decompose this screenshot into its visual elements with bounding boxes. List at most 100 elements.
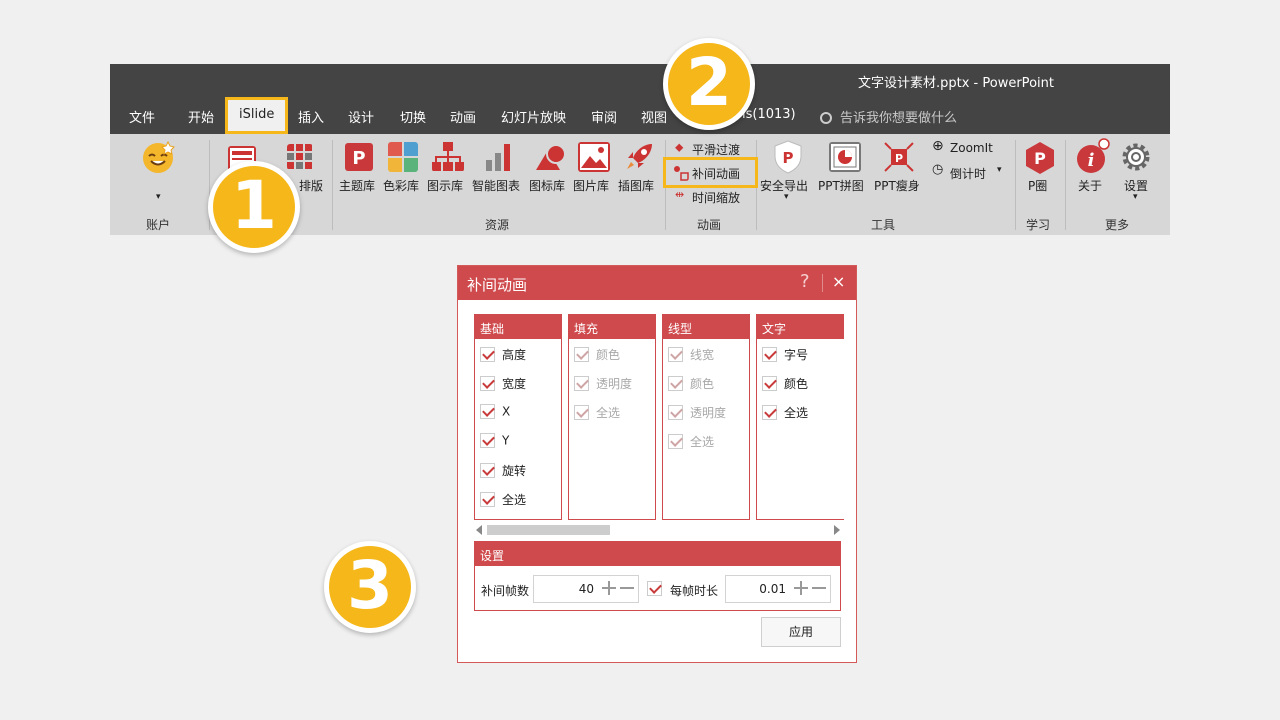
ppt-collage-icon[interactable] [829, 142, 861, 172]
per-frame-duration-stepper[interactable]: 0.01 [725, 575, 831, 603]
time-scale-button[interactable]: 时间缩放 [692, 189, 740, 206]
theme-library-button[interactable]: 主题库 [339, 177, 375, 194]
checkbox-label: 颜色 [784, 377, 809, 391]
tab-animations[interactable]: 动画 [450, 107, 476, 126]
svg-text:P: P [895, 152, 903, 165]
settings-gear-icon[interactable] [1120, 141, 1152, 173]
chevron-down-icon[interactable]: ▾ [997, 165, 1002, 175]
decrement-minus-icon[interactable] [812, 587, 826, 589]
tab-home[interactable]: 开始 [188, 107, 214, 126]
checkbox-icon[interactable] [762, 347, 777, 362]
secure-export-shield-icon[interactable]: P [773, 140, 803, 174]
increment-plus-icon[interactable] [602, 581, 616, 595]
tab-insert[interactable]: 插入 [298, 107, 324, 126]
icon-library-button[interactable]: 图标库 [529, 177, 565, 194]
tab-slideshow[interactable]: 幻灯片放映 [501, 107, 566, 126]
apply-button[interactable]: 应用 [761, 617, 841, 647]
picture-library-button[interactable]: 图片库 [573, 177, 609, 194]
zoomit-button[interactable]: ZoomIt [950, 141, 993, 155]
checkbox-icon[interactable] [480, 347, 495, 362]
checkbox-icon[interactable] [480, 404, 495, 419]
about-button[interactable]: 关于 [1078, 177, 1102, 194]
checkbox-label: 宽度 [502, 377, 527, 391]
divider [822, 274, 823, 292]
decrement-minus-icon[interactable] [620, 587, 634, 589]
smart-chart-button[interactable]: 智能图表 [472, 177, 520, 194]
checkbox-icon[interactable] [480, 433, 495, 448]
chevron-down-icon[interactable]: ▾ [1133, 192, 1138, 202]
chevron-down-icon[interactable]: ▾ [784, 192, 789, 202]
checkbox-icon[interactable] [762, 376, 777, 391]
dialog-title: 补间动画 [467, 276, 528, 294]
checkbox-label: 透明度 [690, 406, 727, 420]
ppt-slim-icon[interactable]: P [884, 142, 914, 172]
diagram-library-button[interactable]: 图示库 [427, 177, 463, 194]
svg-text:i: i [1088, 150, 1095, 171]
help-icon[interactable]: ? [800, 271, 810, 292]
checkbox-line-color: 颜色 [668, 375, 714, 395]
title-bar: 文字设计素材.pptx - PowerPoint [110, 64, 1170, 98]
smart-chart-icon[interactable] [484, 142, 514, 172]
theme-library-icon[interactable]: P [344, 142, 374, 172]
increment-plus-icon[interactable] [794, 581, 808, 595]
checkbox-icon[interactable] [480, 376, 495, 391]
checkbox-text-color[interactable]: 颜色 [762, 375, 808, 395]
scroll-right-arrow-icon[interactable] [834, 525, 840, 535]
picture-library-icon[interactable] [578, 142, 610, 172]
checkbox-rotation[interactable]: 旋转 [480, 462, 526, 482]
checkbox-x[interactable]: X [480, 404, 510, 424]
group-more: 更多 [1105, 218, 1130, 232]
checkbox-select-all[interactable]: 全选 [480, 491, 526, 511]
tell-me-search[interactable]: 告诉我你想要做什么 [820, 107, 957, 126]
settings-header: 设置 [475, 542, 840, 566]
checkbox-y[interactable]: Y [480, 433, 509, 453]
frame-count-stepper[interactable]: 40 [533, 575, 639, 603]
time-scale-icon: ⇹ [675, 188, 685, 201]
horizontal-scrollbar[interactable] [474, 523, 840, 537]
tab-view[interactable]: 视图 [641, 107, 667, 126]
about-info-icon[interactable]: i [1076, 138, 1110, 174]
checkbox-font-size[interactable]: 字号 [762, 346, 808, 366]
column-text: 文字 字号 颜色 全选 [756, 314, 844, 520]
account-dropdown-icon[interactable]: ▾ [156, 192, 161, 202]
smooth-transition-button[interactable]: 平滑过渡 [692, 141, 740, 158]
close-icon[interactable]: × [832, 272, 845, 291]
illustration-library-icon[interactable] [624, 140, 656, 172]
ppt-slim-button[interactable]: PPT瘦身 [874, 177, 920, 194]
color-library-icon[interactable] [388, 142, 418, 172]
p-circle-hexagon-icon[interactable]: P [1024, 141, 1056, 175]
checkbox-text-select-all[interactable]: 全选 [762, 404, 808, 424]
diagram-library-icon[interactable] [432, 142, 464, 172]
tab-review[interactable]: 审阅 [591, 107, 617, 126]
checkbox-icon[interactable] [480, 463, 495, 478]
step-badge-1: 1 [208, 161, 300, 253]
checkbox-icon[interactable] [762, 405, 777, 420]
checkbox-icon[interactable] [480, 492, 495, 507]
tab-file[interactable]: 文件 [129, 107, 155, 126]
tab-tools-partial[interactable]: ls(1013) [742, 107, 796, 122]
grid-layout-icon[interactable] [287, 144, 313, 170]
illustration-library-button[interactable]: 插图库 [618, 177, 654, 194]
tab-transitions[interactable]: 切换 [400, 107, 426, 126]
search-icon [820, 112, 832, 124]
per-frame-duration-checkbox[interactable] [647, 581, 662, 596]
layout-label[interactable]: 排版 [299, 177, 323, 194]
per-frame-duration-value[interactable]: 0.01 [759, 582, 786, 596]
tab-design[interactable]: 设计 [348, 107, 374, 126]
scroll-left-arrow-icon[interactable] [476, 525, 482, 535]
p-circle-button[interactable]: P圈 [1028, 177, 1047, 194]
frame-count-value[interactable]: 40 [579, 582, 594, 596]
checkbox-fill-opacity: 透明度 [574, 375, 632, 395]
checkbox-icon [668, 434, 683, 449]
ppt-collage-button[interactable]: PPT拼图 [818, 177, 864, 194]
checkbox-width[interactable]: 宽度 [480, 375, 526, 395]
countdown-button[interactable]: 倒计时 [950, 165, 986, 182]
checkbox-icon [668, 347, 683, 362]
icon-library-icon[interactable] [534, 142, 566, 172]
color-library-button[interactable]: 色彩库 [383, 177, 419, 194]
checkbox-height[interactable]: 高度 [480, 346, 526, 366]
checkbox-label: 颜色 [596, 348, 621, 362]
scrollbar-thumb[interactable] [487, 525, 610, 535]
divider [1065, 140, 1066, 230]
smiley-avatar-icon[interactable] [141, 140, 175, 174]
